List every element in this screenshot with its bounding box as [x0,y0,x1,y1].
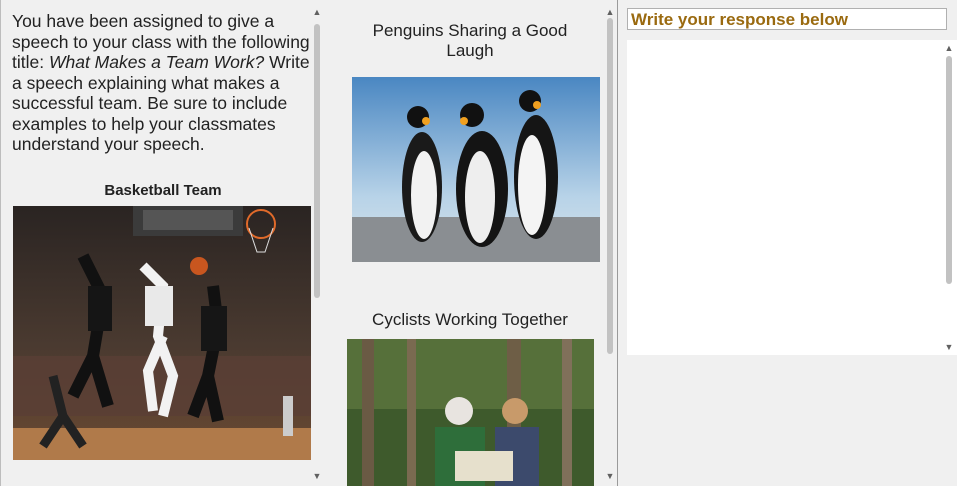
response-textarea[interactable]: ▲ ▼ [627,40,957,355]
scroll-down-icon[interactable]: ▼ [311,470,323,482]
response-header: Write your response below [627,8,947,30]
response-pane: Write your response below ▲ ▼ [618,0,957,486]
penguins-caption: Penguins Sharing a Good Laugh [372,21,568,60]
scroll-up-icon[interactable]: ▲ [311,6,323,18]
scroll-up-icon[interactable]: ▲ [604,6,616,18]
prompt-text: You have been assigned to give a speech … [12,11,310,154]
cyclists-caption: Cyclists Working Together [372,310,568,329]
basketball-caption: Basketball Team [104,182,222,199]
prompt-pane[interactable]: You have been assigned to give a speech … [0,0,331,486]
response-scrollbar[interactable]: ▲ ▼ [943,42,955,353]
basketball-team-image [13,206,311,460]
scroll-thumb[interactable] [946,56,952,284]
images-pane[interactable]: Penguins Sharing a Good Laugh Cyclists W… [330,0,618,486]
prompt-scrollbar[interactable]: ▲ ▼ [311,6,323,482]
cyclists-image [347,339,594,486]
scroll-thumb[interactable] [314,24,320,298]
speech-title: What Makes a Team Work? [48,52,265,72]
penguins-image [352,77,600,262]
scroll-down-icon[interactable]: ▼ [604,470,616,482]
images-scrollbar[interactable]: ▲ ▼ [604,6,616,482]
scroll-thumb[interactable] [607,18,613,354]
scroll-up-icon[interactable]: ▲ [943,42,955,54]
scroll-down-icon[interactable]: ▼ [943,341,955,353]
